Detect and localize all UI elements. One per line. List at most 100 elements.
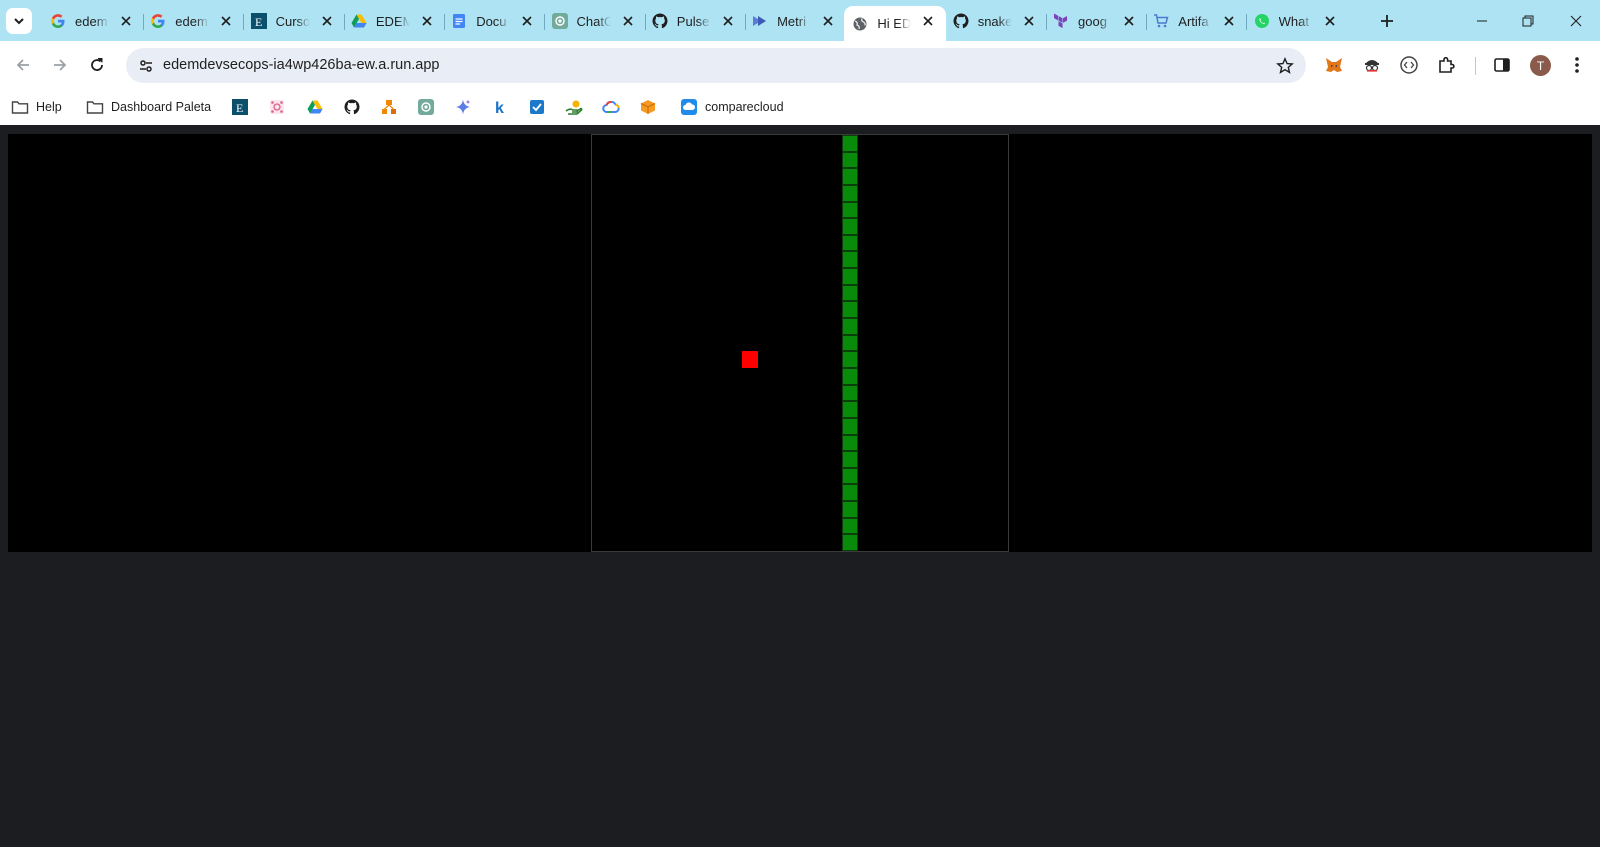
github-icon	[953, 13, 969, 29]
tab[interactable]: What	[1246, 6, 1348, 36]
tab-close-button[interactable]	[218, 13, 234, 29]
code-extension-icon[interactable]	[1397, 53, 1421, 77]
close-icon	[1024, 16, 1034, 26]
tab[interactable]: goog	[1045, 6, 1147, 36]
tab-search-button[interactable]	[6, 8, 32, 34]
bookmark-item[interactable]: E	[231, 96, 249, 118]
bookmarks-bar: Help Dashboard Paleta Ek comparecloud	[0, 90, 1600, 125]
github-icon	[652, 13, 668, 29]
snake-segment	[841, 168, 859, 185]
snake-segment	[841, 351, 859, 368]
artifact-registry-icon	[1153, 13, 1169, 29]
tab-title: Artifa	[1178, 13, 1209, 29]
metamask-extension-icon[interactable]	[1322, 53, 1346, 77]
tab-close-button[interactable]	[1121, 13, 1137, 29]
reload-icon	[91, 58, 103, 71]
address-bar[interactable]: edemdevsecops-ia4wp426ba-ew.a.run.app	[126, 48, 1306, 83]
chatgpt-icon	[551, 13, 568, 29]
snake-segment	[841, 234, 859, 252]
tab-title: snake	[977, 13, 1012, 29]
close-icon	[1224, 16, 1234, 26]
diagram-icon	[380, 98, 398, 116]
snake-segment	[841, 467, 859, 485]
snake-segment	[841, 534, 859, 551]
url-text[interactable]: edemdevsecops-ia4wp426ba-ew.a.run.app	[163, 57, 440, 73]
metrics-icon	[752, 13, 768, 29]
bookmark-item[interactable]	[380, 96, 398, 118]
bookmark-item[interactable]	[602, 96, 620, 118]
snake-segment	[841, 517, 859, 535]
bookmark-star-button[interactable]	[1274, 55, 1296, 77]
snake-segment	[841, 184, 859, 202]
snake-game-board[interactable]	[591, 134, 1009, 552]
menu-kebab-icon[interactable]	[1565, 53, 1589, 77]
tab-close-button[interactable]	[519, 13, 535, 29]
bookmark-item[interactable]	[528, 96, 546, 118]
tab-close-button[interactable]	[720, 13, 736, 29]
tab[interactable]: Artifa	[1145, 6, 1247, 36]
bookmark-item[interactable]	[417, 96, 435, 118]
plus-icon	[1381, 15, 1393, 27]
tab-close-button[interactable]	[820, 13, 836, 29]
whatsapp-icon	[1254, 13, 1270, 29]
comparecloud-icon	[680, 98, 698, 116]
close-icon	[622, 16, 633, 26]
reload-button[interactable]	[82, 50, 112, 80]
snake-segment	[841, 151, 859, 169]
tab[interactable]: Docu	[443, 6, 545, 36]
bookmark-item[interactable]	[639, 96, 657, 118]
minimize-button[interactable]	[1459, 0, 1505, 41]
snake-segment	[841, 301, 859, 319]
tab[interactable]: EDEM	[343, 6, 445, 36]
close-icon	[1570, 15, 1582, 26]
bookmark-item[interactable]	[454, 96, 472, 118]
gemini-icon	[454, 98, 472, 116]
tab-title: edem	[75, 13, 108, 29]
tab-close-button[interactable]	[319, 13, 335, 29]
tab-close-button[interactable]	[1221, 13, 1237, 29]
bookmark-item[interactable]	[306, 96, 324, 118]
bookmark-item[interactable]: Dashboard Paleta	[86, 96, 211, 118]
tab[interactable]: edem	[142, 6, 244, 36]
new-tab-button[interactable]	[1376, 10, 1398, 32]
tab-close-button[interactable]	[118, 13, 134, 29]
chatgpt-icon	[417, 98, 435, 116]
extensions-puzzle-icon[interactable]	[1435, 53, 1459, 77]
bookmark-item[interactable]	[268, 96, 286, 118]
close-icon	[522, 16, 532, 26]
tab-title: EDEM	[375, 13, 410, 29]
google-icon	[150, 13, 166, 29]
tab-close-button[interactable]	[419, 13, 435, 29]
google-drive-icon	[306, 98, 324, 116]
back-button[interactable]	[8, 50, 38, 80]
spy-extension-icon[interactable]	[1360, 53, 1384, 77]
bookmark-item[interactable]: comparecloud	[680, 96, 784, 118]
tab-close-button[interactable]	[620, 13, 636, 29]
tab-active[interactable]: Hi ED	[844, 6, 947, 41]
tab-close-button[interactable]	[1322, 13, 1338, 29]
svg-text:k: k	[495, 100, 504, 115]
tab[interactable]: Metri	[744, 6, 846, 36]
edem-icon: E	[250, 13, 267, 29]
tab[interactable]: Pulse	[644, 6, 746, 36]
bookmark-item[interactable]	[343, 96, 361, 118]
site-info-icon[interactable]	[135, 55, 157, 77]
forward-button[interactable]	[45, 50, 75, 80]
tab[interactable]: ChatG	[544, 6, 646, 36]
close-window-button[interactable]	[1553, 0, 1599, 41]
bookmark-item[interactable]: k	[491, 96, 509, 118]
restore-button[interactable]	[1505, 0, 1551, 41]
close-icon	[1124, 16, 1134, 26]
close-icon	[121, 16, 131, 26]
bookmark-item[interactable]	[565, 96, 583, 118]
tab[interactable]: snake	[945, 6, 1047, 36]
tab-close-button[interactable]	[1021, 13, 1037, 29]
profile-avatar[interactable]: T	[1530, 55, 1551, 76]
k-icon: k	[491, 98, 509, 116]
bookmark-item[interactable]: Help	[11, 96, 62, 118]
tab-title: Hi ED	[877, 16, 912, 31]
side-panel-icon[interactable]	[1490, 53, 1514, 77]
tab[interactable]: edem	[42, 6, 144, 36]
tab[interactable]: E Curso	[243, 6, 345, 36]
tab-close-button[interactable]	[920, 13, 936, 29]
